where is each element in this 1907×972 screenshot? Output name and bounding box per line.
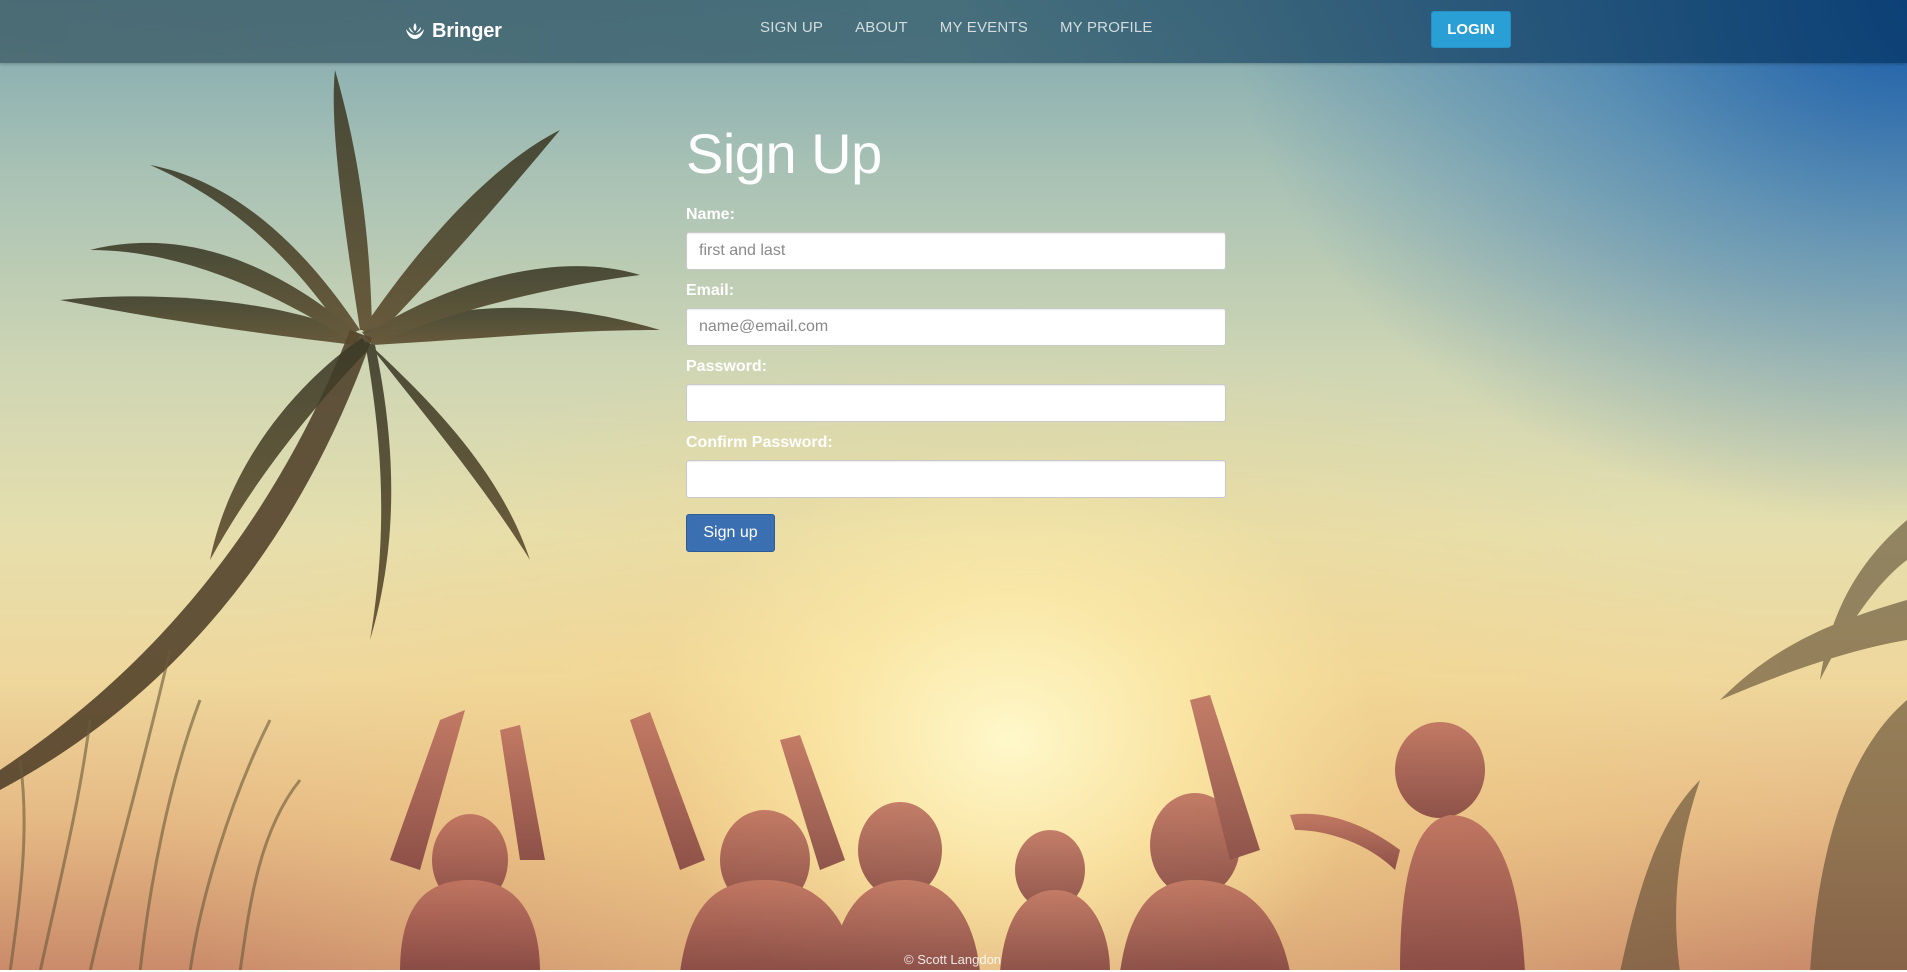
photo-credit: © Scott Langdon <box>904 952 1002 967</box>
email-field[interactable] <box>686 308 1226 346</box>
palm-fronds <box>60 70 660 640</box>
name-label: Name: <box>686 206 735 223</box>
password-label: Password: <box>686 358 767 375</box>
name-field[interactable] <box>686 232 1226 270</box>
grass <box>8 649 302 972</box>
login-button[interactable]: LOGIN <box>1431 11 1511 48</box>
nav-sign-up[interactable]: SIGN UP <box>760 19 823 36</box>
crowd <box>390 695 1525 972</box>
lotus-hand-icon <box>404 20 426 42</box>
password-field[interactable] <box>686 384 1226 422</box>
brand-name: Bringer <box>432 19 502 42</box>
confirm-password-label: Confirm Password: <box>686 434 833 451</box>
nav-my-profile[interactable]: MY PROFILE <box>1060 19 1153 36</box>
brand-link[interactable]: Bringer <box>404 16 502 46</box>
signup-form: Sign Up Name: Email: Password: Confirm P… <box>686 118 1226 552</box>
confirm-password-field[interactable] <box>686 460 1226 498</box>
page-title: Sign Up <box>686 122 882 185</box>
right-palms <box>1620 520 1907 972</box>
top-navbar: Bringer SIGN UP ABOUT MY EVENTS MY PROFI… <box>0 0 1907 63</box>
nav-my-events[interactable]: MY EVENTS <box>940 19 1028 36</box>
palm-trunk <box>0 330 372 790</box>
sign-up-button[interactable]: Sign up <box>686 514 775 552</box>
page-root: Bringer SIGN UP ABOUT MY EVENTS MY PROFI… <box>0 0 1907 972</box>
nav-about[interactable]: ABOUT <box>855 19 908 36</box>
email-label: Email: <box>686 282 735 299</box>
main-nav: SIGN UP ABOUT MY EVENTS MY PROFILE <box>760 0 1153 55</box>
